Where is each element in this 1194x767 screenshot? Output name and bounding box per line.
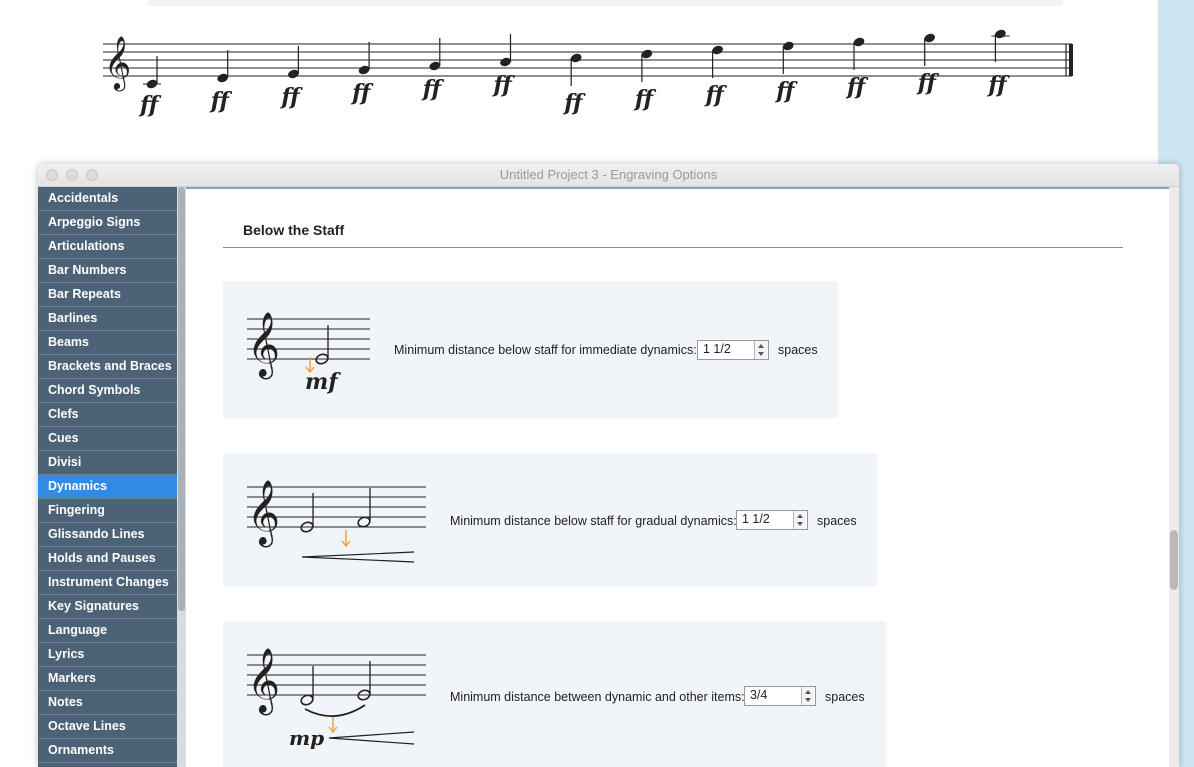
sidebar-item-ornaments[interactable]: Ornaments xyxy=(38,739,177,763)
score-dynamic-mark[interactable]: ff xyxy=(423,76,441,102)
immediate-dynamics-example: 𝄞 mf xyxy=(247,312,370,395)
sidebar-item-notes[interactable]: Notes xyxy=(38,691,177,715)
sidebar-item-arpeggio-signs[interactable]: Arpeggio Signs xyxy=(38,211,177,235)
diminuendo-hairpin xyxy=(301,551,415,563)
stepper-down-icon[interactable] xyxy=(797,522,803,526)
sidebar-item-brackets-and-braces[interactable]: Brackets and Braces xyxy=(38,355,177,379)
window-title: Untitled Project 3 - Engraving Options xyxy=(499,167,718,182)
stepper-buttons[interactable] xyxy=(801,687,815,705)
sidebar-item-clefs[interactable]: Clefs xyxy=(38,403,177,427)
unit-label: spaces xyxy=(825,690,865,704)
title-bar[interactable]: Untitled Project 3 - Engraving Options xyxy=(38,164,1179,187)
stepper-value[interactable]: 1 1/2 xyxy=(742,512,770,526)
other-items-example: 𝄞 mp xyxy=(247,648,426,750)
stepper-buttons[interactable] xyxy=(793,511,807,529)
options-sidebar: Accidentals Arpeggio Signs Articulations Ba… xyxy=(38,187,177,767)
option-panel-gradual: 𝄞 Minimum distance below staff for gradu… xyxy=(223,453,877,586)
option-panel-immediate: 𝄞 mf Minimum distance below staff for im… xyxy=(223,281,838,418)
sidebar-scroll-thumb[interactable] xyxy=(178,187,185,611)
sidebar-item-holds-and-pauses[interactable]: Holds and Pauses xyxy=(38,547,177,571)
score-dynamic-mark[interactable]: ff xyxy=(706,82,724,108)
option-panel-other-items: 𝄞 mp Minimum distance between dynamic an… xyxy=(223,621,886,767)
sidebar-item-instrument-changes[interactable]: Instrument Changes xyxy=(38,571,177,595)
score-dynamic-mark[interactable]: ff xyxy=(352,80,370,106)
score-dynamic-mark[interactable]: ff xyxy=(635,86,653,112)
sidebar-item-articulations[interactable]: Articulations xyxy=(38,235,177,259)
options-content: Below the Staff 𝄞 mf Minimum distance be… xyxy=(186,187,1169,767)
unit-label: spaces xyxy=(778,343,818,357)
score-dynamic-mark[interactable]: ff xyxy=(211,88,229,114)
stepper-value[interactable]: 1 1/2 xyxy=(703,342,731,356)
sidebar-item-markers[interactable]: Markers xyxy=(38,667,177,691)
stepper-up-icon[interactable] xyxy=(805,690,811,694)
score-dynamic-mark[interactable]: ff xyxy=(918,70,936,96)
score-dynamic-mark[interactable]: ff xyxy=(140,92,158,118)
section-title: Below the Staff xyxy=(243,222,345,238)
stepper-up-icon[interactable] xyxy=(797,514,803,518)
treble-clef-icon: 𝄞 xyxy=(247,648,280,715)
engraving-options-window: Untitled Project 3 - Engraving Options A… xyxy=(38,164,1179,767)
section-divider xyxy=(223,247,1123,248)
sidebar-item-language[interactable]: Language xyxy=(38,619,177,643)
content-scroll-thumb[interactable] xyxy=(1170,530,1178,590)
stepper-down-icon[interactable] xyxy=(758,352,764,356)
score-dynamic-mark[interactable]: ff xyxy=(564,90,582,116)
dynamic-mark: mf xyxy=(305,369,341,395)
other-items-label: Minimum distance between dynamic and oth… xyxy=(450,690,745,704)
sidebar-item-fingering[interactable]: Fingering xyxy=(38,499,177,523)
stepper-value[interactable]: 3/4 xyxy=(750,688,767,702)
dynamic-mark: mp xyxy=(289,726,324,750)
immediate-dynamics-label: Minimum distance below staff for immedia… xyxy=(394,343,697,357)
sidebar-item-bar-repeats[interactable]: Bar Repeats xyxy=(38,283,177,307)
sidebar-scrollbar[interactable] xyxy=(177,187,186,767)
immediate-dynamics-stepper[interactable]: 1 1/2 xyxy=(697,340,769,360)
gradual-dynamics-stepper[interactable]: 1 1/2 xyxy=(736,510,808,530)
stepper-buttons[interactable] xyxy=(754,341,768,359)
sidebar-item-dynamics[interactable]: Dynamics xyxy=(38,475,177,499)
diminuendo-hairpin xyxy=(328,731,415,745)
unit-label: spaces xyxy=(817,514,857,528)
stepper-up-icon[interactable] xyxy=(758,344,764,348)
score-dynamic-mark[interactable]: ff xyxy=(847,74,865,100)
sidebar-item-barlines[interactable]: Barlines xyxy=(38,307,177,331)
score-dynamic-mark[interactable]: ff xyxy=(494,72,512,98)
sidebar-item-cues[interactable]: Cues xyxy=(38,427,177,451)
other-items-stepper[interactable]: 3/4 xyxy=(744,686,816,706)
gradual-dynamics-example: 𝄞 xyxy=(247,480,426,563)
content-scrollbar[interactable] xyxy=(1169,187,1179,767)
gradual-dynamics-label: Minimum distance below staff for gradual… xyxy=(450,514,737,528)
sidebar-item-key-signatures[interactable]: Key Signatures xyxy=(38,595,177,619)
sidebar-item-bar-numbers[interactable]: Bar Numbers xyxy=(38,259,177,283)
score-dynamic-mark[interactable]: ff xyxy=(281,84,299,110)
score-dynamic-mark[interactable]: ff xyxy=(988,72,1006,98)
sidebar-item-divisi[interactable]: Divisi xyxy=(38,451,177,475)
sidebar-item-accidentals[interactable]: Accidentals xyxy=(38,187,177,211)
slur xyxy=(304,704,366,718)
sidebar-item-lyrics[interactable]: Lyrics xyxy=(38,643,177,667)
treble-clef-icon: 𝄞 xyxy=(104,35,131,91)
score-dynamic-mark[interactable]: ff xyxy=(776,78,794,104)
treble-clef-icon: 𝄞 xyxy=(247,312,280,379)
treble-clef-icon: 𝄞 xyxy=(247,480,280,547)
sidebar-item-beams[interactable]: Beams xyxy=(38,331,177,355)
sidebar-item-chord-symbols[interactable]: Chord Symbols xyxy=(38,379,177,403)
sidebar-item-octave-lines[interactable]: Octave Lines xyxy=(38,715,177,739)
stepper-down-icon[interactable] xyxy=(805,698,811,702)
sidebar-item-glissando-lines[interactable]: Glissando Lines xyxy=(38,523,177,547)
